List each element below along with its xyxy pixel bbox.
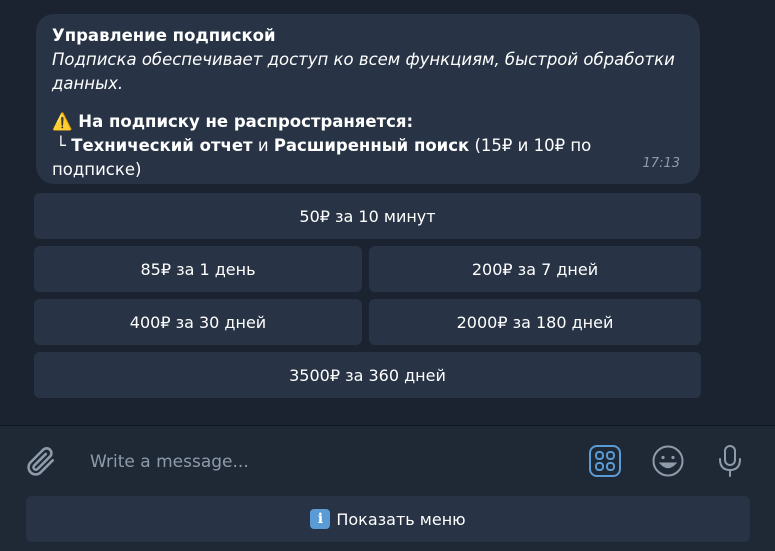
plan-button-label: 3500₽ за 360 дней (289, 365, 446, 385)
conjunction: и (257, 136, 269, 155)
smiley-icon[interactable] (648, 441, 688, 481)
plan-button-180-days[interactable]: 2000₽ за 180 дней (369, 299, 701, 345)
info-icon: i (310, 509, 331, 529)
excluded-item-search: Расширенный поиск (273, 136, 470, 155)
show-menu-label: Показать меню (336, 509, 466, 529)
keyboard-grid-icon[interactable] (586, 441, 624, 481)
paperclip-icon[interactable] (20, 440, 60, 482)
plan-button-label: 400₽ за 30 дней (129, 312, 267, 332)
plan-button-label: 50₽ за 10 минут (299, 206, 436, 226)
microphone-icon[interactable] (712, 440, 748, 482)
plan-button-label: 85₽ за 1 день (140, 259, 256, 279)
plan-button-30-days[interactable]: 400₽ за 30 дней (34, 299, 362, 345)
message-title: Управление подпиской (52, 26, 276, 45)
plan-button-label: 200₽ за 7 дней (471, 259, 599, 279)
plan-button-1-day[interactable]: 85₽ за 1 день (34, 246, 362, 292)
warning-line: ⚠️ На подписку не распространяется: (52, 110, 684, 134)
plan-button-7-days[interactable]: 200₽ за 7 дней (369, 246, 701, 292)
message-time: 17:13 (642, 156, 680, 171)
warning-text: На подписку не распространяется: (78, 112, 414, 131)
message-description: Подписка обеспечивает доступ ко всем фун… (52, 50, 675, 93)
plan-button-10-min[interactable]: 50₽ за 10 минут (34, 193, 701, 239)
excluded-item-report: Технический отчет (71, 136, 253, 155)
message-input[interactable] (82, 442, 578, 482)
warning-icon: ⚠️ (52, 112, 73, 131)
plan-button-label: 2000₽ за 180 дней (456, 312, 614, 332)
tree-glyph: └ (56, 136, 66, 155)
plan-button-360-days[interactable]: 3500₽ за 360 дней (34, 352, 701, 398)
exclusion-line: └ Технический отчет и Расширенный поиск … (52, 134, 684, 182)
message-bubble: Управление подпиской Подписка обеспечива… (36, 14, 700, 184)
show-menu-button[interactable]: i Показать меню (26, 496, 750, 542)
